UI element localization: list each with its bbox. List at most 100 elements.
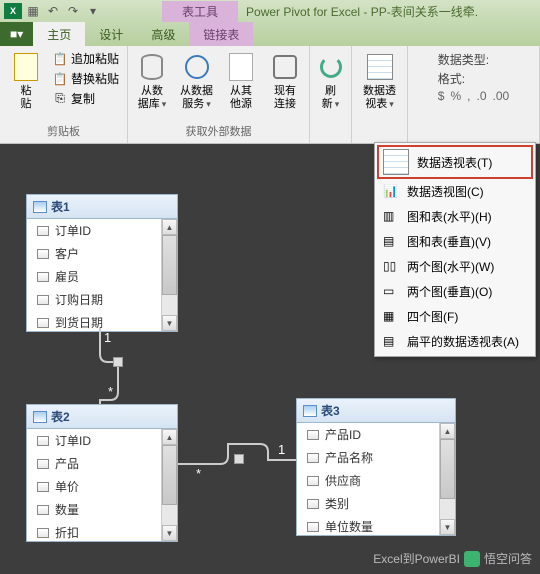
decrease-decimal-button[interactable]: .00 (493, 89, 510, 103)
currency-button[interactable]: $ (438, 89, 445, 103)
field-icon (37, 249, 49, 259)
table-2-field[interactable]: 产品 (27, 452, 177, 475)
qat-undo-icon[interactable]: ↶ (44, 2, 62, 20)
table-box-2[interactable]: 表2 订单ID 产品 单价 数量 折扣 ▲ ▼ (26, 404, 178, 542)
table-2-field[interactable]: 订单ID (27, 429, 177, 452)
tab-home[interactable]: 主页 (33, 22, 85, 46)
table-3-scrollbar[interactable]: ▲ ▼ (439, 423, 455, 535)
table-1-field[interactable]: 到货日期 (27, 311, 177, 334)
dropdown-item-two-charts-h[interactable]: ▯▯两个图(水平)(W) (377, 254, 533, 279)
dropdown-item-chart-table-v[interactable]: ▤图和表(垂直)(V) (377, 229, 533, 254)
dropdown-item-chart-table-h[interactable]: ▥图和表(水平)(H) (377, 204, 533, 229)
cardinality-many: * (196, 466, 201, 481)
table-3-field[interactable]: 供应商 (297, 469, 455, 492)
pivot-dropdown-menu: 数据透视表(T) 📊数据透视图(C) ▥图和表(水平)(H) ▤图和表(垂直)(… (374, 142, 536, 357)
table-box-3[interactable]: 表3 产品ID 产品名称 供应商 类别 单位数量 ▲ ▼ (296, 398, 456, 536)
table-1-field[interactable]: 订单ID (27, 219, 177, 242)
cardinality-one: 1 (278, 442, 285, 457)
scroll-thumb[interactable] (162, 235, 177, 295)
table-3-field[interactable]: 类别 (297, 492, 455, 515)
table-3-field[interactable]: 单位数量 (297, 515, 455, 538)
relationship-handle[interactable] (113, 357, 123, 367)
tab-design[interactable]: 设计 (85, 22, 137, 46)
cardinality-one: 1 (104, 330, 111, 345)
file-tab[interactable]: ■▾ (0, 22, 33, 46)
table-3-field[interactable]: 产品名称 (297, 446, 455, 469)
group-pivot: 数据透 视表 (352, 46, 408, 143)
four-charts-icon: ▦ (383, 309, 399, 325)
field-icon (307, 476, 319, 486)
scroll-up-icon[interactable]: ▲ (440, 423, 455, 439)
table-3-field[interactable]: 产品ID (297, 423, 455, 446)
scroll-down-icon[interactable]: ▼ (162, 525, 177, 541)
contextual-tab-label: 表工具 (162, 1, 238, 22)
field-icon (37, 528, 49, 538)
field-icon (37, 226, 49, 236)
scroll-up-icon[interactable]: ▲ (162, 219, 177, 235)
tab-linked-table[interactable]: 链接表 (189, 22, 253, 46)
watermark-brand: 悟空问答 (484, 550, 532, 567)
field-icon (37, 295, 49, 305)
pivot-table-icon (367, 54, 393, 80)
scroll-down-icon[interactable]: ▼ (440, 519, 455, 535)
dropdown-item-four-charts[interactable]: ▦四个图(F) (377, 304, 533, 329)
table-1-field[interactable]: 雇员 (27, 265, 177, 288)
group-clipboard: 粘 贴 📋追加粘贴 📋替换粘贴 ⎘复制 剪贴板 (0, 46, 128, 143)
data-service-icon (185, 55, 209, 79)
table-1-header[interactable]: 表1 (27, 195, 177, 219)
field-icon (37, 436, 49, 446)
pivot-chart-icon: 📊 (383, 184, 399, 200)
table-2-field[interactable]: 折扣 (27, 521, 177, 544)
flat-pivot-icon: ▤ (383, 334, 399, 350)
watermark-source: Excel到PowerBI (373, 550, 460, 567)
field-icon (37, 272, 49, 282)
table-2-header[interactable]: 表2 (27, 405, 177, 429)
table-1-field[interactable]: 客户 (27, 242, 177, 265)
scroll-thumb[interactable] (162, 445, 177, 505)
dropdown-item-two-charts-v[interactable]: ▭两个图(垂直)(O) (377, 279, 533, 304)
field-icon (37, 318, 49, 328)
table-box-1[interactable]: 表1 订单ID 客户 雇员 订购日期 到货日期 ▲ ▼ (26, 194, 178, 332)
chart-table-v-icon: ▤ (383, 234, 399, 250)
qat-save-icon[interactable]: ▦ (24, 2, 42, 20)
refresh-button[interactable]: 刷 新 (311, 49, 351, 143)
table-1-scrollbar[interactable]: ▲ ▼ (161, 219, 177, 331)
scroll-down-icon[interactable]: ▼ (162, 315, 177, 331)
table-icon (303, 405, 317, 417)
qat-redo-icon[interactable]: ↷ (64, 2, 82, 20)
field-icon (37, 482, 49, 492)
field-icon (37, 459, 49, 469)
table-2-field[interactable]: 数量 (27, 498, 177, 521)
replace-paste-button[interactable]: 📋替换粘贴 (50, 69, 121, 88)
scroll-thumb[interactable] (440, 439, 455, 499)
qat-more-icon[interactable]: ▾ (84, 2, 102, 20)
append-paste-button[interactable]: 📋追加粘贴 (50, 49, 121, 68)
dropdown-item-pivot-chart[interactable]: 📊数据透视图(C) (377, 179, 533, 204)
field-icon (37, 505, 49, 515)
dropdown-item-flat-pivot[interactable]: ▤扁平的数据透视表(A) (377, 329, 533, 354)
thousands-button[interactable]: , (467, 89, 470, 103)
field-icon (307, 453, 319, 463)
wukong-logo-icon (464, 551, 480, 567)
other-source-icon (229, 53, 253, 81)
scroll-up-icon[interactable]: ▲ (162, 429, 177, 445)
replace-paste-icon: 📋 (52, 71, 68, 87)
copy-button[interactable]: ⎘复制 (50, 89, 121, 108)
increase-decimal-button[interactable]: .0 (477, 89, 487, 103)
ribbon-tabs: ■▾ 主页 设计 高级 链接表 (0, 22, 540, 46)
dropdown-item-pivot-table[interactable]: 数据透视表(T) (377, 145, 533, 179)
paste-icon (14, 53, 38, 81)
format-label: 格式: (438, 70, 465, 87)
relationship-handle[interactable] (234, 454, 244, 464)
percent-button[interactable]: % (450, 89, 461, 103)
pivot-table-button[interactable]: 数据透 视表 (359, 49, 400, 143)
group-refresh: 刷 新 (310, 46, 352, 143)
copy-icon: ⎘ (52, 91, 68, 107)
table-1-field[interactable]: 订购日期 (27, 288, 177, 311)
table-2-scrollbar[interactable]: ▲ ▼ (161, 429, 177, 541)
table-2-field[interactable]: 单价 (27, 475, 177, 498)
existing-connection-icon (273, 55, 297, 79)
tab-advanced[interactable]: 高级 (137, 22, 189, 46)
table-3-header[interactable]: 表3 (297, 399, 455, 423)
chart-table-h-icon: ▥ (383, 209, 399, 225)
